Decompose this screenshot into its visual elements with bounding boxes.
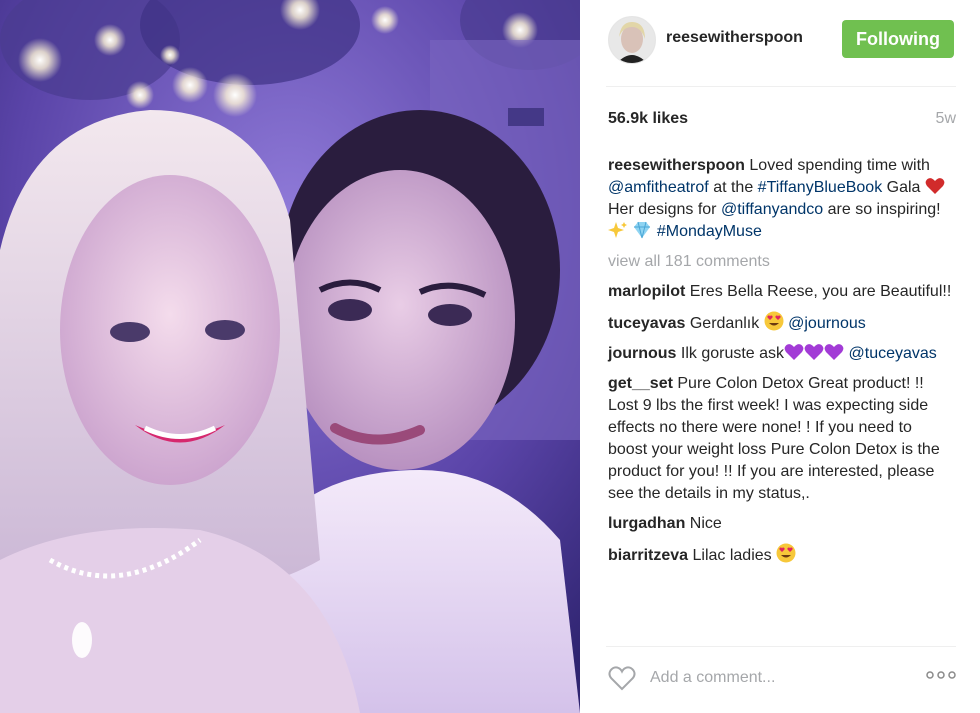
post-header: reesewitherspoon Following: [606, 14, 956, 64]
post-time[interactable]: 5w: [936, 110, 956, 128]
likes-count[interactable]: 56.9k likes: [608, 110, 688, 128]
comment: biarritzeva Lilac ladies: [608, 543, 954, 567]
mention-link[interactable]: @tuceyavas: [849, 345, 937, 362]
comment-text: Pure Colon Detox Great product! !! Lost …: [608, 375, 940, 502]
hashtag-link[interactable]: #MondayMuse: [657, 223, 762, 240]
comment: get__set Pure Colon Detox Great product!…: [608, 373, 954, 505]
mention-link[interactable]: @tiffanyandco: [721, 201, 823, 218]
comment: marlopilot Eres Bella Reese, you are Bea…: [608, 281, 954, 303]
post-username[interactable]: reesewitherspoon: [666, 29, 803, 47]
comments-list: reesewitherspoon Loved spending time wit…: [608, 155, 954, 575]
comment-username[interactable]: tuceyavas: [608, 315, 685, 332]
comment-text: Nice: [689, 515, 722, 532]
comment-username[interactable]: marlopilot: [608, 283, 685, 300]
caption-text: Her designs for: [608, 201, 717, 218]
view-all-comments-link[interactable]: view all 181 comments: [608, 251, 954, 273]
caption-text: at the: [713, 179, 754, 196]
post-photo[interactable]: [0, 0, 580, 713]
avatar[interactable]: [608, 16, 656, 64]
heart-eyes-emoji: [764, 311, 784, 331]
post-sidebar: reesewitherspoon Following 56.9k likes 5…: [580, 0, 980, 713]
avatar-image: [609, 17, 655, 63]
caption-username[interactable]: reesewitherspoon: [608, 157, 745, 174]
comment: lurgadhan Nice: [608, 513, 954, 535]
heart-eyes-emoji: [776, 543, 796, 563]
comment-text: Gerdanlık: [689, 315, 760, 332]
comment-divider: [606, 646, 956, 647]
caption-text: Gala: [886, 179, 921, 196]
following-button[interactable]: Following: [842, 20, 954, 58]
more-options-icon[interactable]: [926, 670, 956, 680]
comment-text: Eres Bella Reese, you are Beautiful!!: [689, 283, 952, 300]
hashtag-link[interactable]: #TiffanyBlueBook: [758, 179, 883, 196]
caption-text: are so inspiring!: [827, 201, 941, 218]
purple-heart-emoji: [824, 344, 844, 360]
selfie-image: [0, 0, 580, 713]
mention-link[interactable]: @journous: [788, 315, 866, 332]
comment-text: Ilk goruste ask: [680, 345, 785, 362]
purple-heart-emoji: [784, 344, 804, 360]
likes-row: 56.9k likes 5w: [608, 110, 956, 132]
comment-username[interactable]: journous: [608, 345, 676, 362]
caption-text: Loved spending time with: [749, 157, 930, 174]
comment: tuceyavas Gerdanlık @journous: [608, 311, 954, 335]
header-divider: [606, 86, 956, 87]
caption: reesewitherspoon Loved spending time wit…: [608, 155, 954, 243]
purple-heart-emoji: [804, 344, 824, 360]
add-comment-row: [606, 660, 960, 696]
comment-username[interactable]: get__set: [608, 375, 673, 392]
mention-link[interactable]: @amfitheatrof: [608, 179, 709, 196]
comment: journous Ilk goruste ask @tuceyavas: [608, 343, 954, 365]
gem-emoji: [634, 221, 651, 239]
heart-outline-icon[interactable]: [608, 665, 636, 691]
add-comment-input[interactable]: [650, 665, 900, 691]
comment-username[interactable]: lurgadhan: [608, 515, 685, 532]
sparkles-emoji: [608, 222, 627, 238]
red-heart-emoji: [925, 178, 945, 194]
comment-username[interactable]: biarritzeva: [608, 547, 688, 564]
comment-text: Lilac ladies: [692, 547, 772, 564]
